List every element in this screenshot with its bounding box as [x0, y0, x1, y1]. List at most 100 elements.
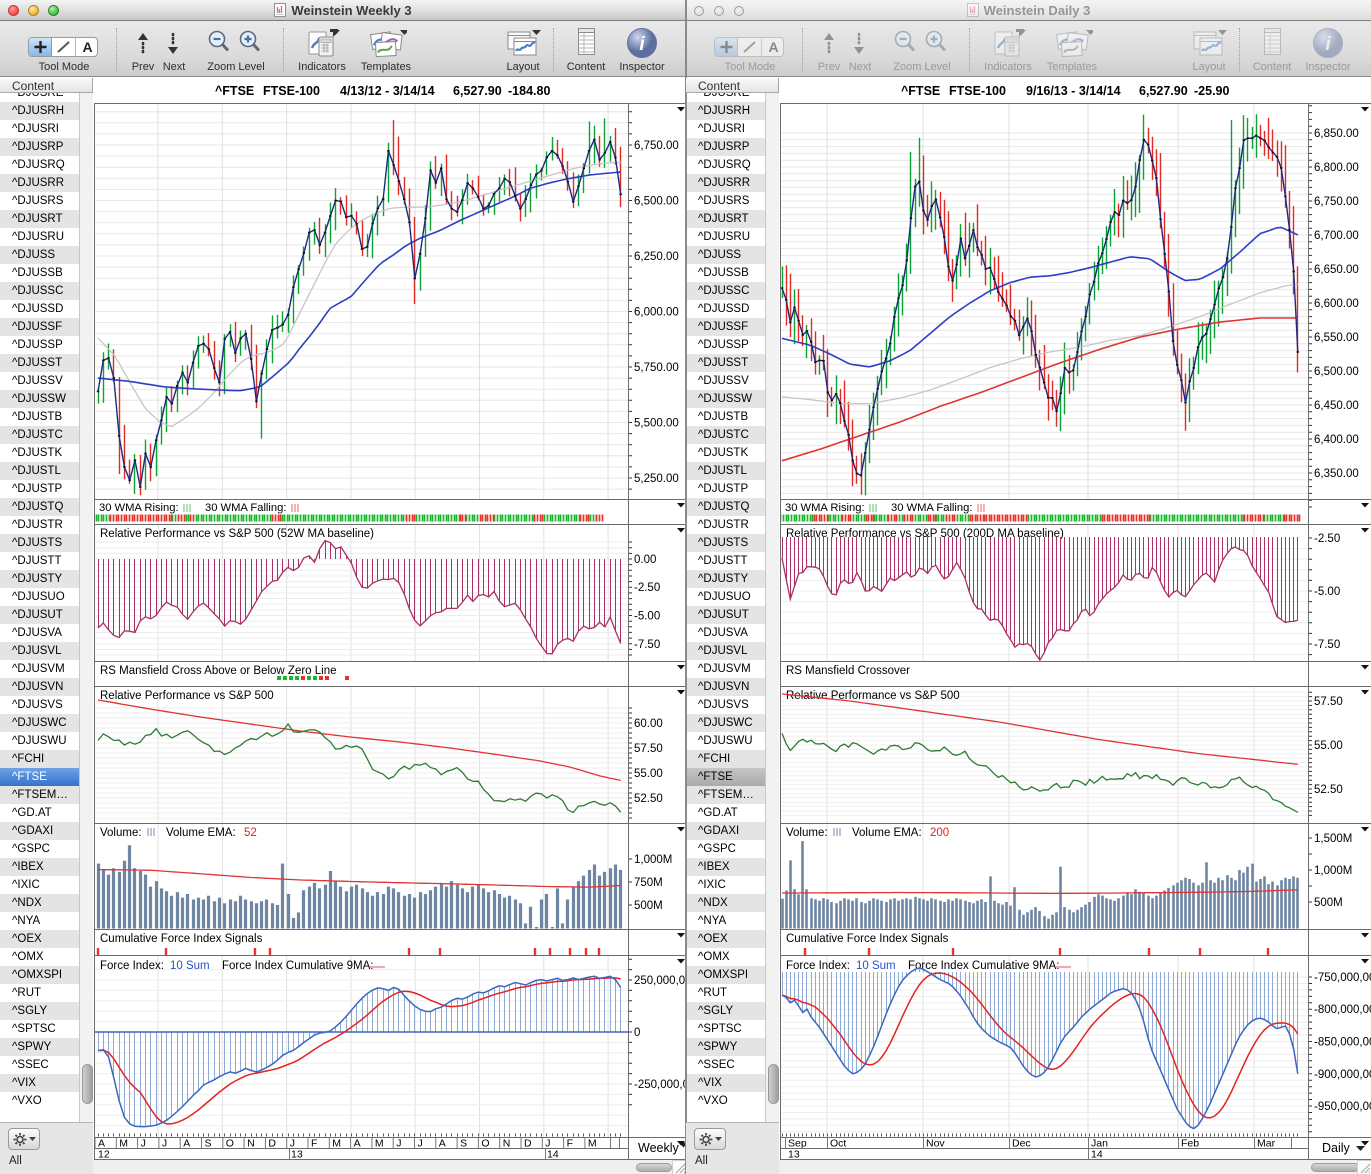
svg-text:N: N	[503, 1138, 511, 1150]
svg-text:10 Sum: 10 Sum	[856, 960, 896, 972]
svg-text:A: A	[183, 1138, 190, 1150]
svg-text:Weekly: Weekly	[638, 1141, 680, 1155]
svg-text:500M: 500M	[1314, 897, 1343, 909]
svg-text:Volume EMA:: Volume EMA:	[852, 827, 922, 839]
svg-text:RS Mansfield Cross Above or Be: RS Mansfield Cross Above or Below Zero L…	[100, 665, 337, 677]
svg-text:i: i	[639, 34, 645, 55]
svg-text:Volume:: Volume:	[786, 827, 828, 839]
svg-text:Force Index:: Force Index:	[786, 960, 850, 972]
svg-text:A: A	[354, 1138, 361, 1150]
svg-text:Cumulative Force Index Signals: Cumulative Force Index Signals	[100, 933, 263, 945]
svg-text:J: J	[141, 1138, 146, 1150]
svg-text:13: 13	[788, 1149, 800, 1161]
svg-text:Volume:: Volume:	[100, 827, 142, 839]
svg-text:6,750.00: 6,750.00	[634, 140, 679, 152]
svg-text:500M: 500M	[634, 900, 663, 912]
svg-text:M: M	[119, 1138, 128, 1150]
svg-text:14: 14	[1091, 1149, 1103, 1161]
svg-text:J: J	[162, 1138, 167, 1150]
svg-text:Volume EMA:: Volume EMA:	[166, 827, 236, 839]
svg-text:30 WMA Falling:: 30 WMA Falling:	[891, 502, 972, 514]
svg-text:A: A	[82, 39, 92, 55]
svg-text:52.50: 52.50	[1314, 784, 1343, 796]
svg-text:14: 14	[547, 1149, 559, 1161]
svg-text:-950,000,00: -950,000,00	[1314, 1101, 1371, 1113]
svg-text:Mar: Mar	[1257, 1138, 1276, 1150]
svg-text:Oct: Oct	[830, 1138, 846, 1150]
svg-text:0: 0	[634, 1027, 640, 1039]
svg-text:F: F	[567, 1138, 573, 1150]
svg-text:Nov: Nov	[926, 1138, 945, 1150]
svg-text:1,500M: 1,500M	[1314, 833, 1352, 845]
svg-text:57.50: 57.50	[634, 743, 663, 755]
svg-text:Relative Performance vs S&P 50: Relative Performance vs S&P 500	[100, 690, 274, 702]
svg-text:6,400.00: 6,400.00	[1314, 434, 1359, 446]
svg-text:55.00: 55.00	[1314, 740, 1343, 752]
svg-text:F: F	[311, 1138, 317, 1150]
svg-text:5,750.00: 5,750.00	[634, 362, 679, 374]
svg-text:D: D	[268, 1138, 276, 1150]
svg-text:Dec: Dec	[1012, 1138, 1031, 1150]
svg-text:12: 12	[98, 1149, 110, 1161]
svg-text:S: S	[205, 1138, 212, 1150]
svg-text:Force Index Cumulative 9MA:: Force Index Cumulative 9MA:	[222, 960, 373, 972]
svg-text:30 WMA Rising:: 30 WMA Rising:	[99, 502, 179, 514]
svg-text:250,000,00: 250,000,00	[634, 975, 686, 987]
svg-text:O: O	[226, 1138, 234, 1150]
svg-text:6,700.00: 6,700.00	[1314, 230, 1359, 242]
svg-text:M: M	[375, 1138, 384, 1150]
svg-text:-2.50: -2.50	[1314, 533, 1340, 545]
svg-text:6,500.00: 6,500.00	[1314, 366, 1359, 378]
svg-text:RS Mansfield Crossover: RS Mansfield Crossover	[786, 665, 910, 677]
svg-text:Relative Performance vs S&P 50: Relative Performance vs S&P 500	[786, 690, 960, 702]
svg-text:-5.00: -5.00	[1314, 586, 1340, 598]
svg-text:6,450.00: 6,450.00	[1314, 400, 1359, 412]
svg-text:Force Index Cumulative 9MA:: Force Index Cumulative 9MA:	[908, 960, 1059, 972]
svg-text:6,600.00: 6,600.00	[1314, 298, 1359, 310]
svg-text:750M: 750M	[634, 877, 663, 889]
svg-text:-750,000,00: -750,000,00	[1314, 972, 1371, 984]
svg-text:Relative Performance vs S&P 50: Relative Performance vs S&P 500 (52W MA …	[100, 528, 374, 540]
svg-text:-800,000,00: -800,000,00	[1314, 1004, 1371, 1016]
svg-text:-900,000,00: -900,000,00	[1314, 1069, 1371, 1081]
svg-text:J: J	[396, 1138, 401, 1150]
svg-text:A: A	[768, 39, 778, 55]
svg-text:30 WMA Rising:: 30 WMA Rising:	[785, 502, 865, 514]
svg-text:S: S	[460, 1138, 467, 1150]
svg-text:O: O	[481, 1138, 489, 1150]
svg-text:52: 52	[244, 827, 257, 839]
svg-text:-7.50: -7.50	[1314, 639, 1340, 651]
svg-text:6,350.00: 6,350.00	[1314, 468, 1359, 480]
svg-text:6,800.00: 6,800.00	[1314, 162, 1359, 174]
svg-text:6,500.00: 6,500.00	[634, 196, 679, 208]
svg-text:1,000M: 1,000M	[1314, 865, 1352, 877]
svg-text:13: 13	[291, 1149, 303, 1161]
svg-text:Feb: Feb	[1181, 1138, 1199, 1150]
svg-text:M: M	[332, 1138, 341, 1150]
svg-text:5,250.00: 5,250.00	[634, 473, 679, 485]
svg-text:Daily: Daily	[1322, 1141, 1351, 1155]
svg-text:10 Sum: 10 Sum	[170, 960, 210, 972]
svg-text:6,850.00: 6,850.00	[1314, 128, 1359, 140]
svg-text:i: i	[1325, 34, 1331, 55]
svg-text:57.50: 57.50	[1314, 696, 1343, 708]
svg-text:J: J	[418, 1138, 423, 1150]
svg-text:M: M	[588, 1138, 597, 1150]
svg-text:1,000M: 1,000M	[634, 854, 672, 866]
svg-text:0.00: 0.00	[634, 554, 656, 566]
svg-text:6,650.00: 6,650.00	[1314, 264, 1359, 276]
svg-text:5,500.00: 5,500.00	[634, 418, 679, 430]
svg-text:Cumulative Force Index Signals: Cumulative Force Index Signals	[786, 933, 949, 945]
svg-text:52.50: 52.50	[634, 793, 663, 805]
svg-text:6,550.00: 6,550.00	[1314, 332, 1359, 344]
svg-text:30 WMA Falling:: 30 WMA Falling:	[205, 502, 286, 514]
svg-text:-5.00: -5.00	[634, 611, 660, 623]
svg-text:60.00: 60.00	[634, 718, 663, 730]
svg-text:-250,000,00: -250,000,00	[634, 1079, 686, 1091]
svg-text:-7.50: -7.50	[634, 639, 660, 651]
svg-text:55.00: 55.00	[634, 768, 663, 780]
svg-text:-850,000,00: -850,000,00	[1314, 1037, 1371, 1049]
svg-text:A: A	[439, 1138, 446, 1150]
svg-text:6,250.00: 6,250.00	[634, 251, 679, 263]
svg-text:D: D	[524, 1138, 532, 1150]
